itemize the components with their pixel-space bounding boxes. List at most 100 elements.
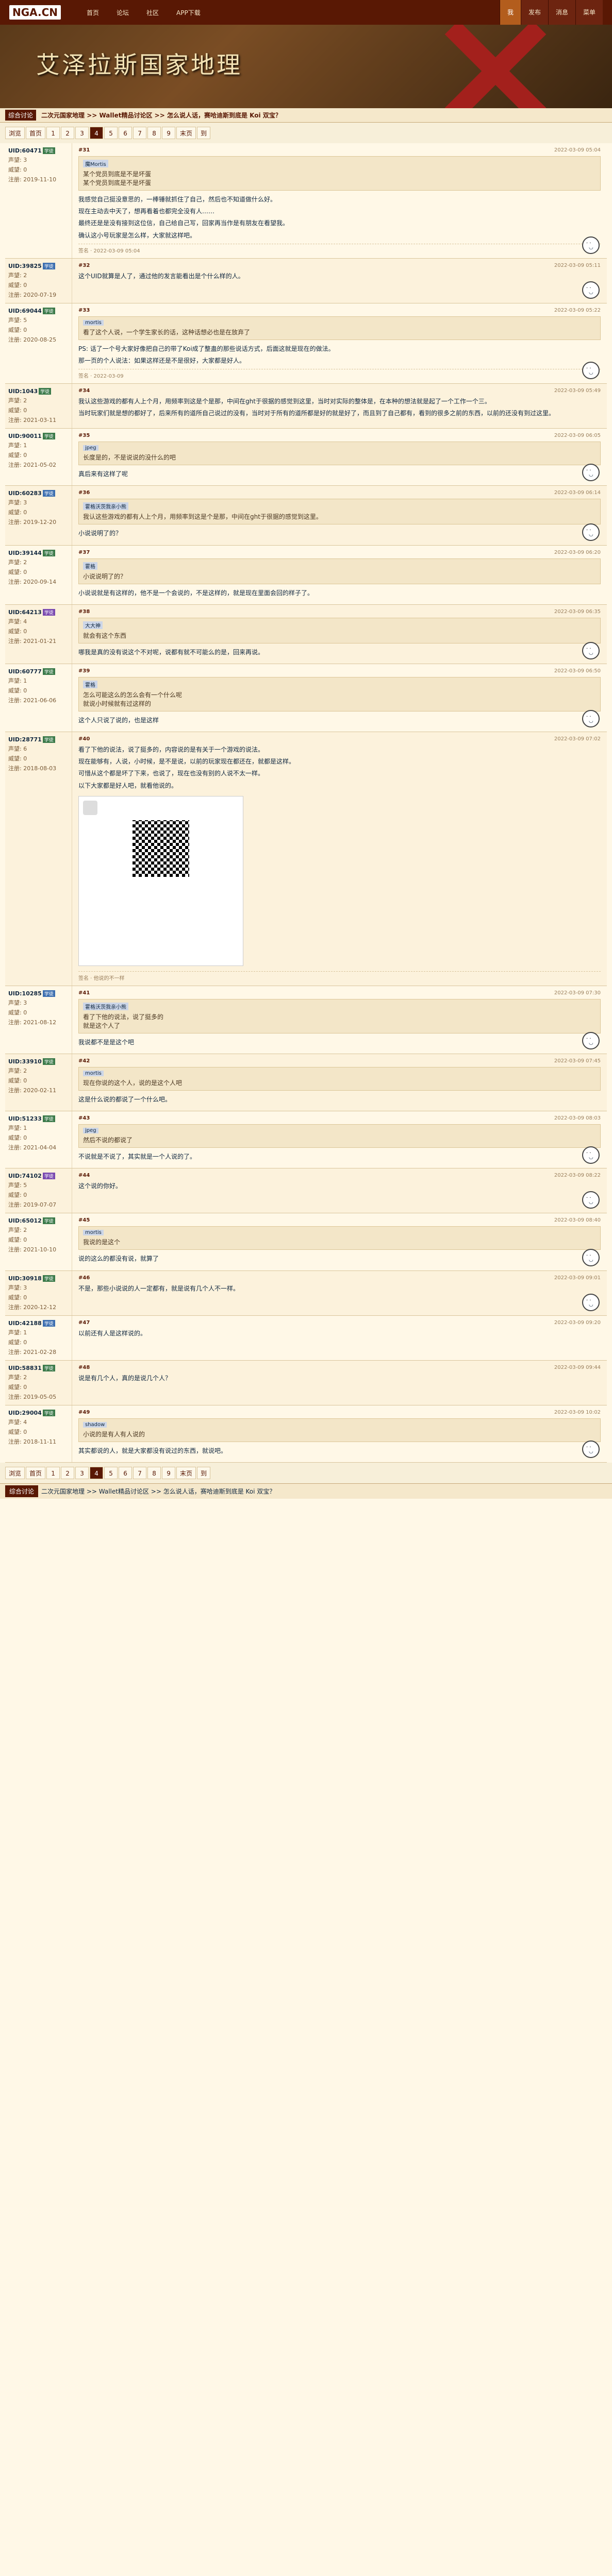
page-link[interactable]: 6 (119, 1466, 133, 1479)
post-floor[interactable]: #32 (78, 263, 90, 268)
author-uid[interactable]: UID:60777 (8, 668, 42, 675)
post-floor[interactable]: #48 (78, 1365, 90, 1370)
page-link[interactable]: 3 (75, 1466, 89, 1479)
quote-author[interactable]: 霍格 (83, 680, 97, 688)
page-link[interactable]: 首页 (26, 127, 46, 139)
author-uid[interactable]: UID:69044 (8, 308, 42, 314)
post-floor[interactable]: #45 (78, 1217, 90, 1223)
author-uid[interactable]: UID:60283 (8, 490, 42, 497)
author-uid[interactable]: UID:74102 (8, 1173, 42, 1179)
page-link[interactable]: 3 (75, 127, 89, 139)
quote-author[interactable]: 霍格沃茨我亲小熊 (83, 1002, 128, 1010)
post-floor[interactable]: #43 (78, 1115, 90, 1121)
quote-author[interactable]: 大大神 (83, 621, 103, 629)
topnav-item[interactable]: APP下载 (176, 8, 201, 17)
author-uid[interactable]: UID:60471 (8, 147, 42, 154)
page-link[interactable]: 6 (119, 127, 133, 139)
topright-item[interactable]: 菜单 (575, 0, 603, 25)
author-uid[interactable]: UID:33910 (8, 1058, 42, 1065)
quote-author[interactable]: jpeg (83, 445, 98, 451)
author-uid[interactable]: UID:39144 (8, 550, 42, 556)
page-link[interactable]: 8 (147, 127, 161, 139)
topnav-item[interactable]: 首页 (87, 8, 99, 17)
topright-item[interactable]: 我 (499, 0, 521, 25)
topnav-item[interactable]: 论坛 (117, 8, 129, 17)
topright-item[interactable]: 发布 (520, 0, 548, 25)
post-floor[interactable]: #40 (78, 736, 90, 742)
author-uid[interactable]: UID:30918 (8, 1275, 42, 1282)
page-link[interactable]: 9 (162, 127, 176, 139)
author-uid[interactable]: UID:28771 (8, 736, 42, 743)
post-floor[interactable]: #49 (78, 1410, 90, 1415)
post-floor[interactable]: #44 (78, 1173, 90, 1178)
author-uid[interactable]: UID:39825 (8, 263, 42, 269)
post-floor[interactable]: #36 (78, 490, 90, 496)
quote-author[interactable]: jpeg (83, 1128, 98, 1134)
author-line: UID:28771 学徒 (8, 736, 69, 743)
post-floor[interactable]: #39 (78, 668, 90, 674)
post-floor[interactable]: #42 (78, 1058, 90, 1064)
author-stat: 注册: 2020-07-19 (8, 291, 57, 298)
author-uid[interactable]: UID:51233 (8, 1115, 42, 1122)
page-link[interactable]: 9 (162, 1466, 176, 1479)
post-signature: 签名 · 2022-03-09 05:04 (78, 243, 601, 254)
author-uid[interactable]: UID:10285 (8, 990, 42, 997)
page-link[interactable]: 首页 (26, 1466, 46, 1479)
post-floor[interactable]: #47 (78, 1320, 90, 1326)
quote-line: 我认这些游戏的都有人上个月，用频率到这是个是那，中间在ght于很据的感觉到这里。 (83, 513, 322, 521)
top-right-nav: 我发布 消息 菜单 (499, 0, 603, 25)
author-uid[interactable]: UID:90011 (8, 433, 42, 439)
page-link[interactable]: 5 (104, 1466, 118, 1479)
quote-author[interactable]: mortis (83, 319, 104, 326)
post: UID:74102 学徒 声望: 5 威望: 0 注册: 2019-07-07 #44 20… (5, 1168, 607, 1214)
page-link[interactable]: 8 (147, 1466, 161, 1479)
author-uid[interactable]: UID:65012 (8, 1217, 42, 1224)
page-link[interactable]: 2 (61, 1466, 75, 1479)
page-link[interactable]: 4 (90, 1466, 104, 1479)
author-uid[interactable]: UID:64213 (8, 609, 42, 616)
quote-author[interactable]: 霍格 (83, 562, 97, 570)
post-floor[interactable]: #41 (78, 990, 90, 996)
page-link[interactable]: 7 (133, 127, 147, 139)
page-link[interactable]: 4 (90, 127, 104, 139)
quote-author[interactable]: mortis (83, 1230, 104, 1236)
post-floor[interactable]: #37 (78, 550, 90, 555)
author-uid[interactable]: UID:42188 (8, 1320, 42, 1327)
page-link[interactable]: 到 (197, 1466, 211, 1479)
post-floor[interactable]: #46 (78, 1275, 90, 1281)
embedded-qr-image[interactable] (78, 795, 243, 966)
category-tag[interactable]: 综合讨论 (5, 110, 37, 121)
post-floor[interactable]: #34 (78, 388, 90, 394)
quote-author[interactable]: mortis (83, 1071, 104, 1076)
page-link[interactable]: 末页 (176, 127, 196, 139)
quote-author[interactable]: shadow (83, 1421, 107, 1428)
author-level-badge: 学徒 (42, 1058, 55, 1065)
author-uid[interactable]: UID:29004 (8, 1410, 42, 1416)
post-floor[interactable]: #31 (78, 147, 90, 153)
page-link[interactable]: 1 (46, 1466, 60, 1479)
page-link[interactable]: 1 (46, 127, 60, 139)
post-floor[interactable]: #33 (78, 308, 90, 313)
site-logo[interactable]: NGA.CN (9, 2, 66, 23)
post-floor[interactable]: #35 (78, 433, 90, 438)
post-time: 2022-03-09 08:40 (554, 1217, 601, 1224)
reply-breadcrumb[interactable]: 二次元国家地理 >> Wallet精品讨论区 >> 怎么说人话，赛哈迪斯到底是 … (41, 1487, 275, 1496)
author-uid[interactable]: UID:1043 (8, 388, 38, 395)
page-link[interactable]: 5 (104, 127, 118, 139)
page-link[interactable]: 7 (133, 1466, 147, 1479)
author-stat: 威望: 0 (8, 1192, 27, 1199)
reply-category-button[interactable]: 综合讨论 (5, 1485, 39, 1497)
breadcrumb[interactable]: 二次元国家地理 >> Wallet精品讨论区 >> 怎么说人话，赛哈迪斯到底是 … (41, 111, 282, 120)
author-uid[interactable]: UID:58831 (8, 1365, 42, 1371)
page-link[interactable]: 浏览 (5, 1466, 25, 1479)
topright-item[interactable]: 消息 (548, 0, 575, 25)
page-link[interactable]: 浏览 (5, 127, 25, 139)
page-link[interactable]: 末页 (176, 1466, 196, 1479)
post-floor[interactable]: #38 (78, 609, 90, 615)
quote-author[interactable]: 魔Mortis (83, 160, 108, 167)
post-meta: #36 2022-03-09 06:14 (78, 490, 601, 496)
quote-author[interactable]: 霍格沃茨我亲小熊 (83, 502, 128, 511)
topnav-item[interactable]: 社区 (146, 8, 159, 17)
page-link[interactable]: 2 (61, 127, 75, 139)
page-link[interactable]: 到 (197, 127, 211, 139)
